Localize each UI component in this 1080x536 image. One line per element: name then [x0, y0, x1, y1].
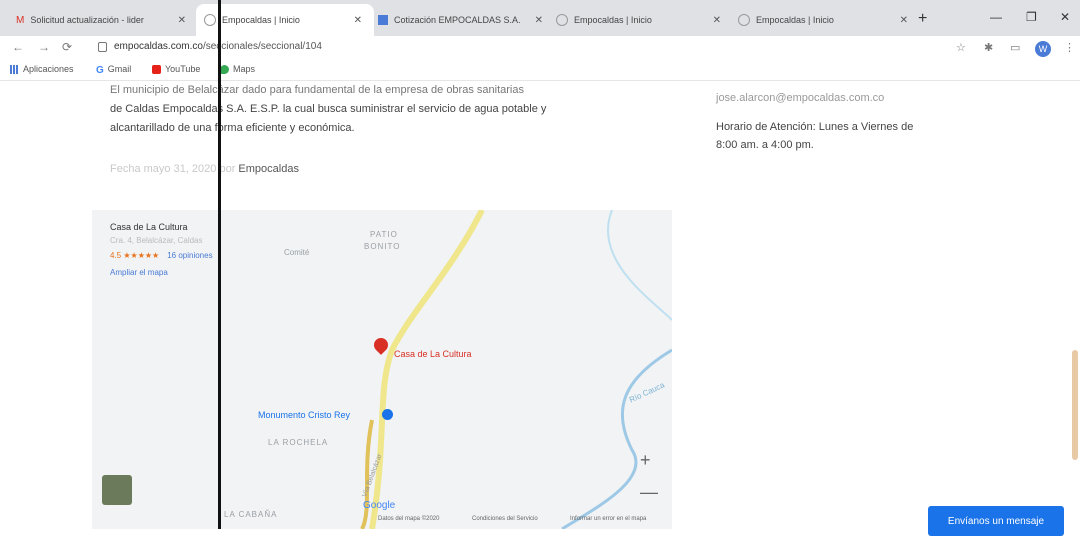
tab-label: Cotización EMPOCALDAS S.A.	[394, 15, 521, 25]
tab-cotizacion[interactable]: Cotización EMPOCALDAS S.A. ✕	[378, 8, 543, 32]
tab-label: Empocaldas | Inicio	[756, 15, 834, 25]
doc-icon	[378, 15, 388, 25]
zoom-out-button[interactable]: —	[640, 482, 658, 503]
close-icon[interactable]: ✕	[354, 15, 362, 26]
restore-icon[interactable]: ❐	[1026, 10, 1037, 24]
zoom-in-button[interactable]: +	[640, 450, 651, 471]
new-tab-button[interactable]: +	[918, 10, 927, 28]
map-label-la-cabana: LA CABAÑA	[224, 510, 278, 519]
enlarge-map-link[interactable]: Ampliar el mapa	[110, 268, 213, 277]
extension-icon[interactable]: ✱	[984, 41, 993, 54]
bookmark-maps[interactable]: Maps	[220, 64, 255, 74]
map-label-patio: PATIO	[370, 230, 398, 239]
tab-empocaldas[interactable]: Empocaldas | Inicio ✕	[738, 8, 908, 32]
google-logo: Google	[363, 500, 396, 511]
bookmark-apps[interactable]: Aplicaciones	[10, 64, 74, 74]
contact-email[interactable]: jose.alarcon@empocaldas.com.co	[716, 89, 884, 107]
article-meta: Fecha mayo 31, 2020 por Empocaldas	[110, 163, 299, 175]
article-author[interactable]: Empocaldas	[238, 163, 299, 175]
place-name: Casa de La Cultura	[110, 222, 188, 232]
tab-empocaldas[interactable]: Empocaldas | Inicio ✕	[556, 8, 721, 32]
stream	[607, 210, 672, 321]
forward-icon[interactable]: →	[38, 40, 50, 54]
close-icon[interactable]: ✕	[535, 15, 543, 26]
menu-icon[interactable]: ⋮	[1064, 41, 1075, 54]
bookmark-label: Maps	[233, 64, 256, 74]
hours-line: Horario de Atención: Lunes a Viernes de	[716, 121, 914, 133]
map-label-comite: Comité	[284, 248, 310, 257]
map-terms-link[interactable]: Condiciones del Servicio	[472, 516, 538, 522]
tab-empocaldas-active[interactable]: Empocaldas | Inicio ✕	[196, 4, 374, 36]
paragraph-line: El municipio de Belalcázar dado para fun…	[110, 84, 524, 96]
google-icon: G	[96, 64, 104, 76]
close-icon[interactable]: ✕	[900, 15, 908, 26]
tab-strip: M Solicitud actualización - lider ✕ Empo…	[0, 0, 1080, 36]
bookmark-label: Aplicaciones	[23, 64, 74, 74]
map-pin-label[interactable]: Casa de La Cultura	[394, 349, 472, 359]
office-hours: Horario de Atención: Lunes a Viernes de …	[716, 118, 913, 154]
satellite-toggle[interactable]	[102, 475, 132, 505]
cast-icon[interactable]: ▭	[1010, 41, 1020, 54]
article-paragraph: El municipio de Belalcázar dado para fun…	[110, 81, 650, 138]
close-icon[interactable]: ✕	[178, 15, 186, 26]
avatar[interactable]: W	[1035, 41, 1051, 57]
globe-icon	[204, 14, 216, 26]
map-label-la-rochela: LA ROCHELA	[268, 438, 329, 447]
map-report-link[interactable]: Informar un error en el mapa	[570, 516, 646, 522]
hours-line: 8:00 am. a 4:00 pm.	[716, 139, 814, 151]
map-poi-label[interactable]: Monumento Cristo Rey	[258, 410, 350, 420]
map-place-card: Casa de La Cultura Cra. 4, Belalcázar, C…	[110, 222, 213, 277]
article-date: Fecha mayo 31, 2020 por	[110, 163, 236, 175]
map-data-credit: Datos del mapa ©2020	[378, 516, 440, 522]
page-scrollbar[interactable]	[1072, 350, 1078, 460]
tab-gmail[interactable]: M Solicitud actualización - lider ✕	[16, 8, 186, 32]
globe-icon	[738, 14, 750, 26]
lock-icon	[98, 42, 107, 52]
maps-icon	[220, 64, 229, 74]
bookmark-youtube[interactable]: YouTube	[152, 64, 200, 74]
poi-marker-icon[interactable]	[382, 409, 393, 420]
browser-toolbar: ← → ⟳ empocaldas.com.co/seccionales/secc…	[0, 36, 1080, 60]
place-reviews-link[interactable]: 16 opiniones	[167, 251, 212, 260]
apps-icon	[10, 64, 19, 74]
star-icon[interactable]: ☆	[956, 41, 966, 54]
minimize-icon[interactable]: —	[990, 10, 1002, 24]
send-message-button[interactable]: Envíanos un mensaje	[928, 506, 1064, 536]
url-host: empocaldas.com.co	[114, 41, 203, 52]
youtube-icon	[152, 64, 161, 74]
place-address: Cra. 4, Belalcázar, Caldas	[110, 236, 203, 245]
paragraph-line: de Caldas Empocaldas S.A. E.S.P. la cual…	[110, 103, 547, 115]
bookmark-label: Gmail	[107, 64, 132, 74]
back-icon[interactable]: ←	[12, 40, 24, 54]
tab-label: Solicitud actualización - lider	[30, 15, 144, 25]
tab-label: Empocaldas | Inicio	[222, 15, 300, 25]
bookmark-gmail[interactable]: G Gmail	[96, 64, 132, 76]
map-label-bonito: BONITO	[364, 242, 401, 251]
globe-icon	[556, 14, 568, 26]
bookmark-label: YouTube	[165, 64, 201, 74]
place-rating: 4.5 ★★★★★	[110, 251, 160, 260]
road	[369, 210, 485, 529]
close-icon[interactable]: ✕	[713, 15, 721, 26]
tab-label: Empocaldas | Inicio	[574, 15, 652, 25]
gmail-icon: M	[16, 15, 25, 26]
paragraph-line: alcantarillado de una forma eficiente y …	[110, 122, 355, 134]
scan-artifact-line	[218, 0, 221, 529]
window-close-icon[interactable]: ✕	[1060, 10, 1070, 24]
reload-icon[interactable]: ⟳	[62, 40, 72, 54]
bookmarks-bar: Aplicaciones G Gmail YouTube Maps	[0, 60, 1080, 81]
